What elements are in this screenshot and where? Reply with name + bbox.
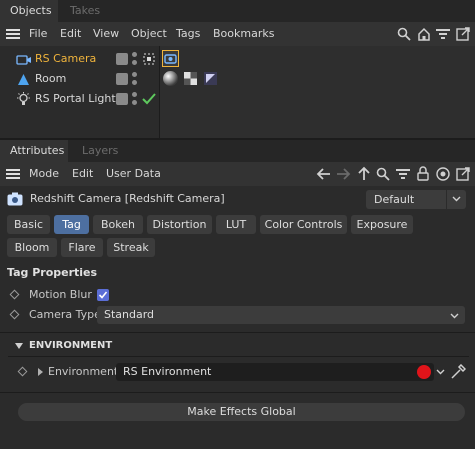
tab-tag[interactable]: Tag — [54, 215, 89, 234]
hamburger-menu-icon[interactable] — [6, 169, 20, 179]
tab-flare[interactable]: Flare — [61, 238, 103, 257]
keyframe-diamond-icon[interactable] — [9, 289, 20, 300]
record-color-swatch[interactable] — [417, 365, 431, 379]
check-icon — [98, 291, 108, 299]
hamburger-menu-icon[interactable] — [6, 29, 20, 39]
menu-mode[interactable]: Mode — [29, 162, 59, 186]
group-separator — [0, 392, 475, 393]
object-title: Redshift Camera [Redshift Camera] — [30, 192, 225, 205]
object-name: RS Camera — [35, 52, 97, 65]
collapse-triangle-icon[interactable] — [15, 343, 23, 349]
up-arrow-icon[interactable] — [357, 166, 371, 181]
menu-file[interactable]: File — [29, 22, 47, 46]
material-tag-icon[interactable] — [162, 70, 179, 87]
enabled-check-icon[interactable] — [142, 93, 156, 105]
attributes-menubar: Mode Edit User Data — [0, 162, 475, 186]
objects-menubar: File Edit View Object Tags Bookmarks — [0, 22, 475, 46]
home-icon[interactable] — [417, 27, 431, 41]
eyedropper-icon[interactable] — [450, 364, 466, 380]
tab-color-controls[interactable]: Color Controls — [260, 215, 347, 234]
editor-visibility-dot[interactable] — [132, 52, 137, 57]
camera-type-value: Standard — [104, 308, 155, 321]
menu-object[interactable]: Object — [131, 22, 167, 46]
room-object-icon — [18, 74, 29, 85]
chevron-down-icon[interactable] — [436, 369, 445, 375]
menu-view[interactable]: View — [93, 22, 119, 46]
tab-takes[interactable]: Takes — [60, 0, 110, 22]
object-row-room[interactable]: Room — [0, 69, 475, 89]
checker-tag-icon[interactable] — [184, 72, 197, 85]
layer-edit-icon[interactable] — [116, 93, 128, 105]
object-row-rs-portal-light[interactable]: RS Portal Light — [0, 89, 475, 109]
object-name: Room — [35, 72, 67, 85]
layer-edit-icon[interactable] — [116, 53, 128, 65]
section-title: Tag Properties — [7, 266, 98, 279]
menu-edit[interactable]: Edit — [60, 22, 81, 46]
environment-link-field[interactable]: RS Environment — [116, 363, 434, 381]
render-visibility-dot[interactable] — [132, 60, 137, 65]
motion-blur-label: Motion Blur — [29, 288, 92, 301]
preset-dropdown-arrow[interactable] — [447, 190, 466, 209]
menu-user-data[interactable]: User Data — [106, 162, 161, 186]
camera-type-label: Camera Type — [29, 308, 101, 321]
tab-basic[interactable]: Basic — [7, 215, 50, 234]
back-arrow-icon[interactable] — [316, 167, 331, 181]
camera-type-dropdown[interactable]: Standard — [97, 306, 465, 324]
keyframe-diamond-icon[interactable] — [9, 309, 20, 320]
target-icon[interactable] — [143, 53, 155, 65]
rs-camera-tag-icon[interactable] — [162, 50, 179, 67]
chevron-down-icon — [452, 196, 461, 202]
layer-edit-icon[interactable] — [116, 73, 128, 85]
camera-icon — [7, 192, 23, 206]
filter-icon[interactable] — [436, 28, 450, 40]
camera-object-icon — [16, 55, 31, 65]
make-effects-global-button[interactable]: Make Effects Global — [18, 403, 465, 421]
group-separator — [0, 332, 475, 333]
search-icon[interactable] — [397, 27, 411, 41]
motion-blur-checkbox[interactable] — [97, 289, 109, 301]
group-divider — [8, 356, 469, 357]
lock-icon[interactable] — [417, 166, 429, 181]
tab-bokeh[interactable]: Bokeh — [93, 215, 143, 234]
object-name: RS Portal Light — [35, 92, 116, 105]
expand-triangle-icon[interactable] — [38, 368, 43, 376]
tab-lut[interactable]: LUT — [216, 215, 256, 234]
tab-attributes[interactable]: Attributes — [0, 140, 68, 162]
environment-group-title[interactable]: ENVIRONMENT — [29, 337, 112, 355]
editor-visibility-dot[interactable] — [132, 92, 137, 97]
object-row-rs-camera[interactable]: RS Camera — [0, 49, 475, 69]
render-visibility-dot[interactable] — [132, 80, 137, 85]
search-icon[interactable] — [376, 167, 390, 181]
menu-tags[interactable]: Tags — [176, 22, 200, 46]
forward-arrow-icon[interactable] — [336, 167, 351, 181]
render-visibility-dot[interactable] — [132, 100, 137, 105]
menu-edit[interactable]: Edit — [72, 162, 93, 186]
menu-bookmarks[interactable]: Bookmarks — [213, 22, 274, 46]
tab-bloom[interactable]: Bloom — [7, 238, 57, 257]
environment-value: RS Environment — [123, 365, 212, 378]
tab-layers[interactable]: Layers — [72, 140, 124, 162]
new-window-icon[interactable] — [456, 27, 470, 41]
light-object-icon — [17, 92, 30, 105]
editor-visibility-dot[interactable] — [132, 72, 137, 77]
filter-icon[interactable] — [396, 168, 410, 180]
tab-distortion[interactable]: Distortion — [147, 215, 212, 234]
preset-dropdown[interactable]: Default — [366, 190, 446, 209]
new-window-icon[interactable] — [456, 167, 470, 181]
attributes-tabbar: Attributes Layers — [0, 140, 475, 162]
uvw-tag-icon[interactable] — [204, 72, 217, 85]
keyframe-diamond-icon[interactable] — [17, 366, 28, 377]
environment-label: Environment — [48, 365, 119, 378]
objects-tabbar: Objects Takes — [0, 0, 475, 22]
tab-objects[interactable]: Objects — [0, 0, 58, 22]
tab-exposure[interactable]: Exposure — [351, 215, 413, 234]
target-icon[interactable] — [436, 167, 450, 181]
tab-streak[interactable]: Streak — [107, 238, 155, 257]
chevron-down-icon — [450, 313, 459, 319]
